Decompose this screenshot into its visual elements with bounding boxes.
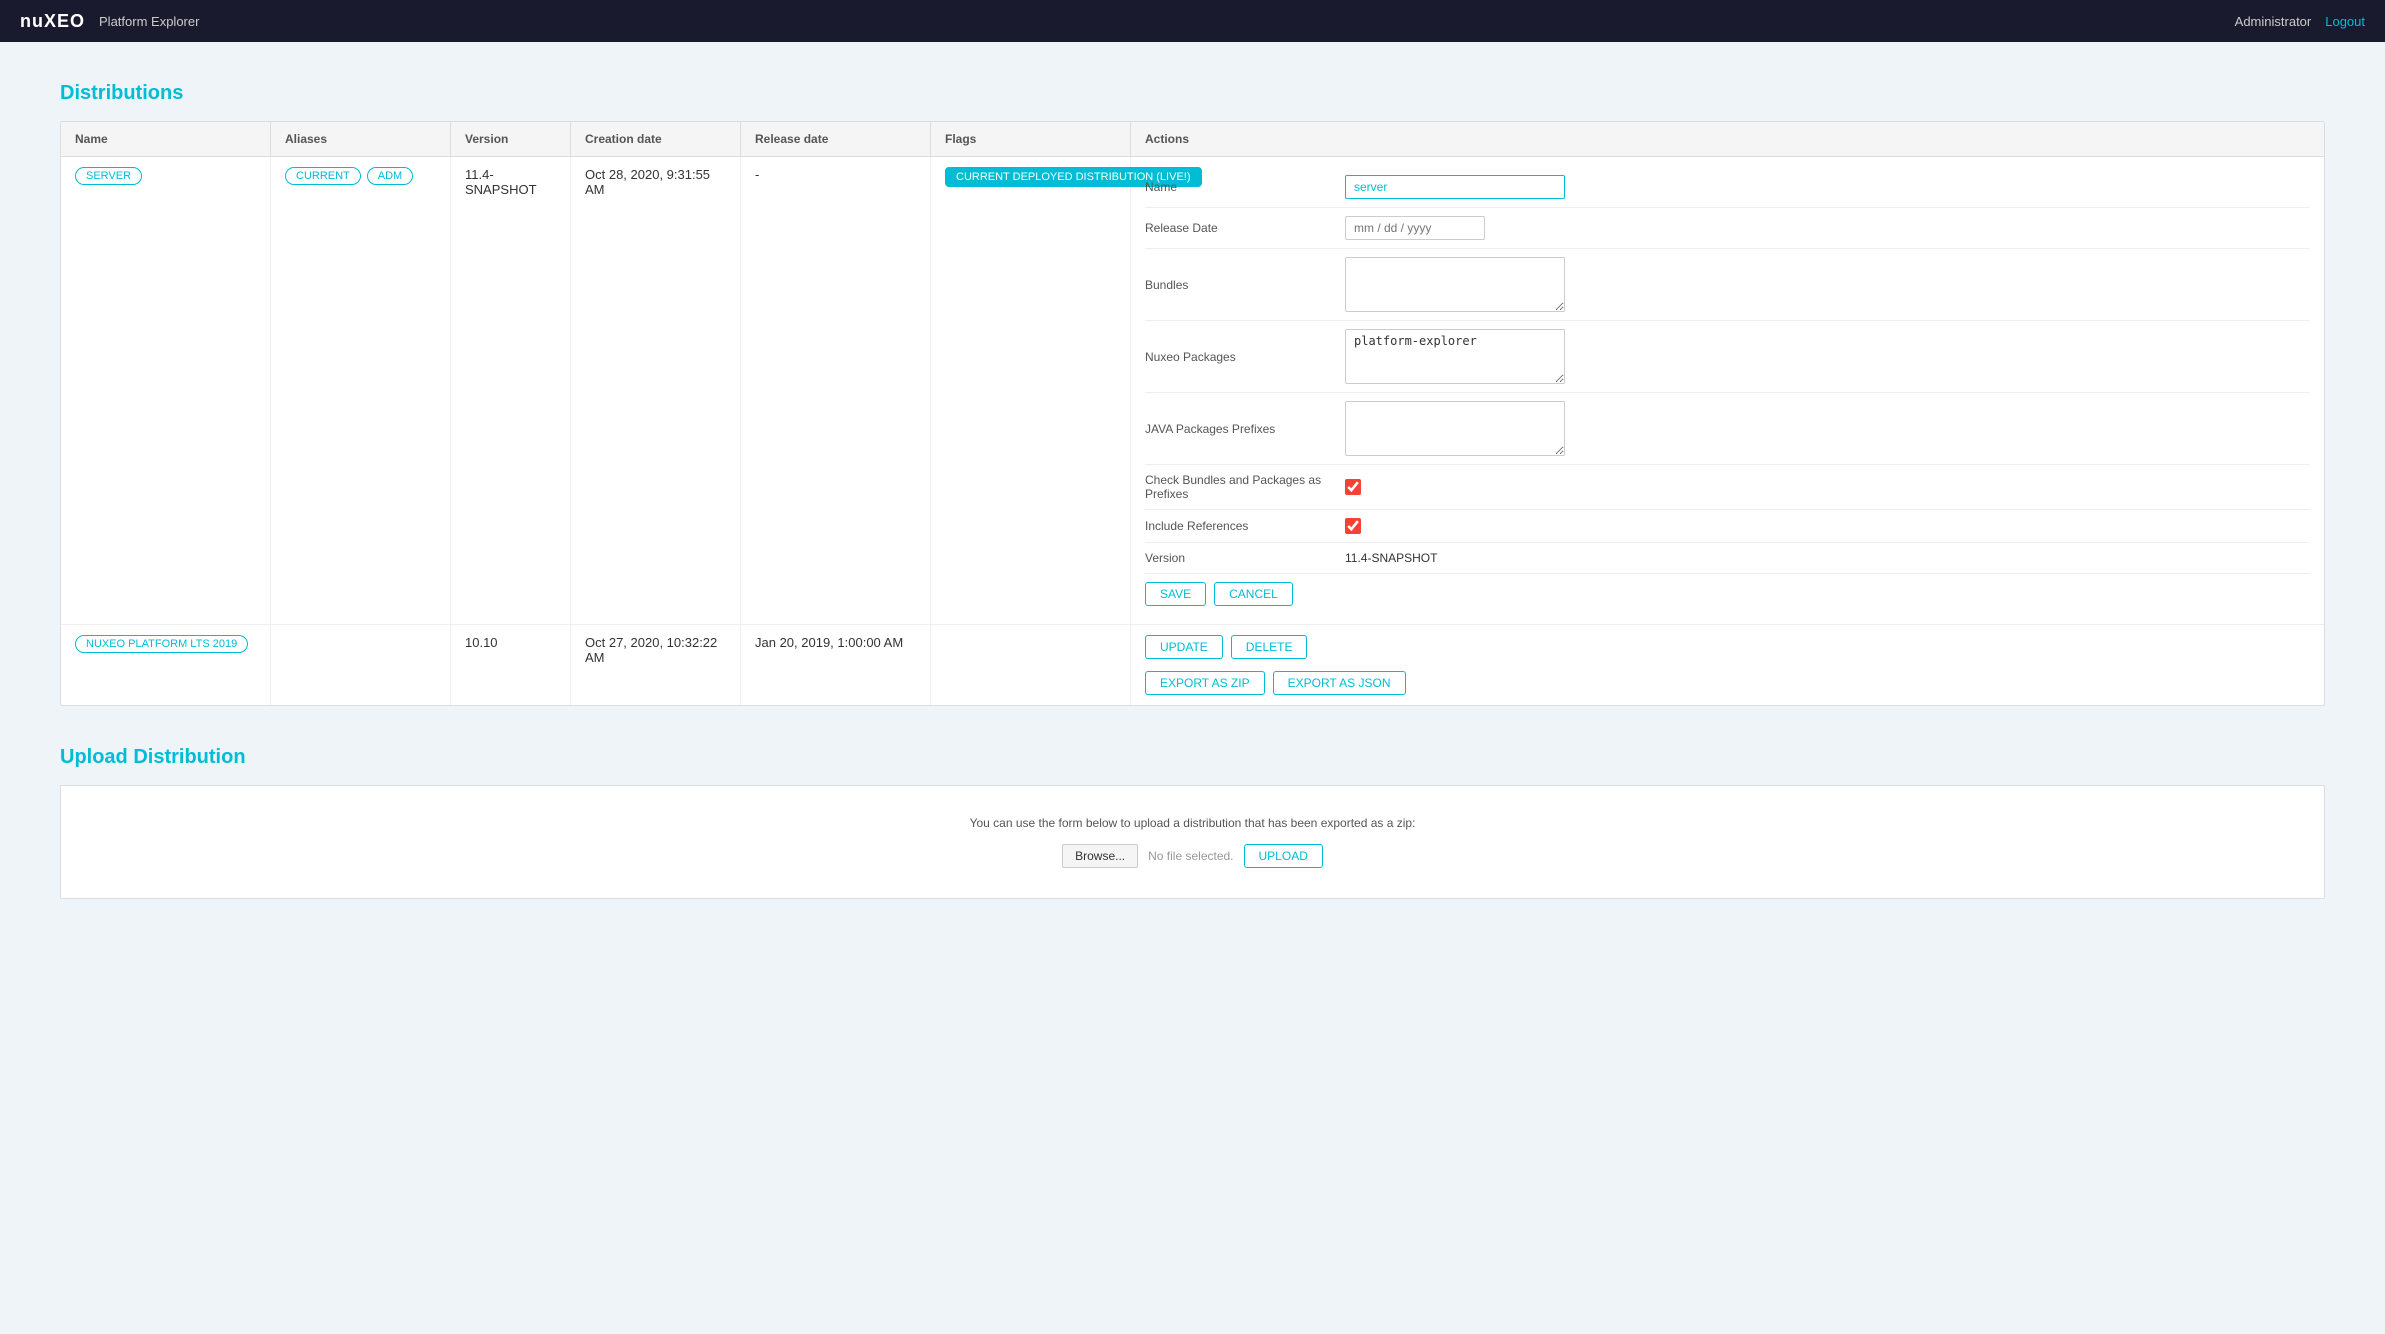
nuxeo-packages-textarea[interactable]: platform-explorer: [1345, 329, 1565, 384]
form-row-include-refs: Include References: [1145, 510, 2310, 543]
java-packages-textarea[interactable]: [1345, 401, 1565, 456]
row1-name: SERVER: [61, 157, 271, 624]
logo-nu: nu: [20, 11, 44, 31]
row1-version: 11.4-SNAPSHOT: [451, 157, 571, 624]
cancel-button[interactable]: CANCEL: [1214, 582, 1293, 606]
col-release-date: Release date: [741, 122, 931, 156]
col-creation-date: Creation date: [571, 122, 741, 156]
row2-actions: UPDATE DELETE EXPORT AS ZIP EXPORT AS JS…: [1131, 625, 2324, 705]
platform-explorer-label: Platform Explorer: [99, 14, 199, 29]
browse-button[interactable]: Browse...: [1062, 844, 1138, 868]
delete-button[interactable]: DELETE: [1231, 635, 1308, 659]
col-name: Name: [61, 122, 271, 156]
col-flags: Flags: [931, 122, 1131, 156]
update-button[interactable]: UPDATE: [1145, 635, 1223, 659]
row2-action-group-2: EXPORT AS ZIP EXPORT AS JSON: [1145, 671, 1406, 695]
table-header: Name Aliases Version Creation date Relea…: [61, 122, 2324, 157]
actions-form: Name Release Date Bundles: [1131, 157, 2324, 624]
row2-creation-date-value: Oct 27, 2020, 10:32:22 AM: [585, 635, 726, 665]
row2-version-value: 10.10: [465, 635, 498, 650]
row1-release-date: -: [741, 157, 931, 624]
name-input[interactable]: [1345, 175, 1565, 199]
java-packages-label: JAVA Packages Prefixes: [1145, 422, 1345, 436]
release-date-input[interactable]: [1345, 216, 1485, 240]
upload-button[interactable]: UPLOAD: [1244, 844, 1323, 868]
check-bundles-label: Check Bundles and Packages as Prefixes: [1145, 473, 1345, 501]
row2-name: NUXEO PLATFORM LTS 2019: [61, 625, 271, 705]
row2-version: 10.10: [451, 625, 571, 705]
row2-aliases: [271, 625, 451, 705]
logo-xeo: XEO: [44, 11, 85, 31]
release-date-label: Release Date: [1145, 221, 1345, 235]
form-row-check-bundles: Check Bundles and Packages as Prefixes: [1145, 465, 2310, 510]
logout-link[interactable]: Logout: [2325, 14, 2365, 29]
row1-creation-date: Oct 28, 2020, 9:31:55 AM: [571, 157, 741, 624]
col-version: Version: [451, 122, 571, 156]
upload-box: You can use the form below to upload a d…: [60, 785, 2325, 899]
distributions-table: Name Aliases Version Creation date Relea…: [60, 121, 2325, 706]
row1-release-date-value: -: [755, 167, 759, 182]
upload-section: Upload Distribution You can use the form…: [60, 746, 2325, 899]
table-row-2: NUXEO PLATFORM LTS 2019 10.10 Oct 27, 20…: [61, 625, 2324, 705]
current-badge[interactable]: CURRENT: [285, 167, 361, 185]
header-username: Administrator: [2235, 14, 2312, 29]
row1-creation-date-value: Oct 28, 2020, 9:31:55 AM: [585, 167, 726, 197]
form-row-release-date: Release Date: [1145, 208, 2310, 249]
row2-action-group-1: UPDATE DELETE: [1145, 635, 1307, 659]
row1-actions: Name Release Date Bundles: [1131, 157, 2324, 624]
no-file-label: No file selected.: [1148, 849, 1233, 863]
version-label: Version: [1145, 551, 1345, 565]
row1-version-value: 11.4-SNAPSHOT: [465, 167, 556, 197]
adm-badge[interactable]: ADM: [367, 167, 413, 185]
row2-flags: [931, 625, 1131, 705]
main-content: Distributions Name Aliases Version Creat…: [0, 42, 2385, 939]
logo: nuXEO: [20, 11, 85, 32]
export-zip-button[interactable]: EXPORT AS ZIP: [1145, 671, 1265, 695]
header-right: Administrator Logout: [2235, 14, 2365, 29]
row2-release-date-value: Jan 20, 2019, 1:00:00 AM: [755, 635, 903, 650]
upload-controls: Browse... No file selected. UPLOAD: [1062, 844, 1323, 868]
form-row-name: Name: [1145, 167, 2310, 208]
row1-aliases: CURRENT ADM: [271, 157, 451, 624]
export-json-button[interactable]: EXPORT AS JSON: [1273, 671, 1406, 695]
row1-flags: CURRENT DEPLOYED DISTRIBUTION (LIVE!): [931, 157, 1131, 624]
version-value: 11.4-SNAPSHOT: [1345, 551, 1437, 565]
distributions-title: Distributions: [60, 82, 2325, 105]
lts2019-badge[interactable]: NUXEO PLATFORM LTS 2019: [75, 635, 248, 653]
col-actions: Actions: [1131, 122, 2324, 156]
header-left: nuXEO Platform Explorer: [20, 11, 199, 32]
form-row-nuxeo-packages: Nuxeo Packages platform-explorer: [1145, 321, 2310, 393]
form-row-version: Version 11.4-SNAPSHOT: [1145, 543, 2310, 574]
check-bundles-checkbox[interactable]: [1345, 479, 1361, 495]
server-badge[interactable]: SERVER: [75, 167, 142, 185]
form-row-java-packages: JAVA Packages Prefixes: [1145, 393, 2310, 465]
form-buttons: SAVE CANCEL: [1145, 574, 2310, 614]
table-row: SERVER CURRENT ADM 11.4-SNAPSHOT Oct 28,…: [61, 157, 2324, 625]
header: nuXEO Platform Explorer Administrator Lo…: [0, 0, 2385, 42]
bundles-label: Bundles: [1145, 278, 1345, 292]
include-refs-checkbox[interactable]: [1345, 518, 1361, 534]
col-aliases: Aliases: [271, 122, 451, 156]
name-label: Name: [1145, 180, 1345, 194]
form-row-bundles: Bundles: [1145, 249, 2310, 321]
row2-creation-date: Oct 27, 2020, 10:32:22 AM: [571, 625, 741, 705]
save-button[interactable]: SAVE: [1145, 582, 1206, 606]
include-refs-label: Include References: [1145, 519, 1345, 533]
upload-description: You can use the form below to upload a d…: [970, 816, 1416, 830]
bundles-textarea[interactable]: [1345, 257, 1565, 312]
row2-release-date: Jan 20, 2019, 1:00:00 AM: [741, 625, 931, 705]
nuxeo-packages-label: Nuxeo Packages: [1145, 350, 1345, 364]
upload-title: Upload Distribution: [60, 746, 2325, 769]
